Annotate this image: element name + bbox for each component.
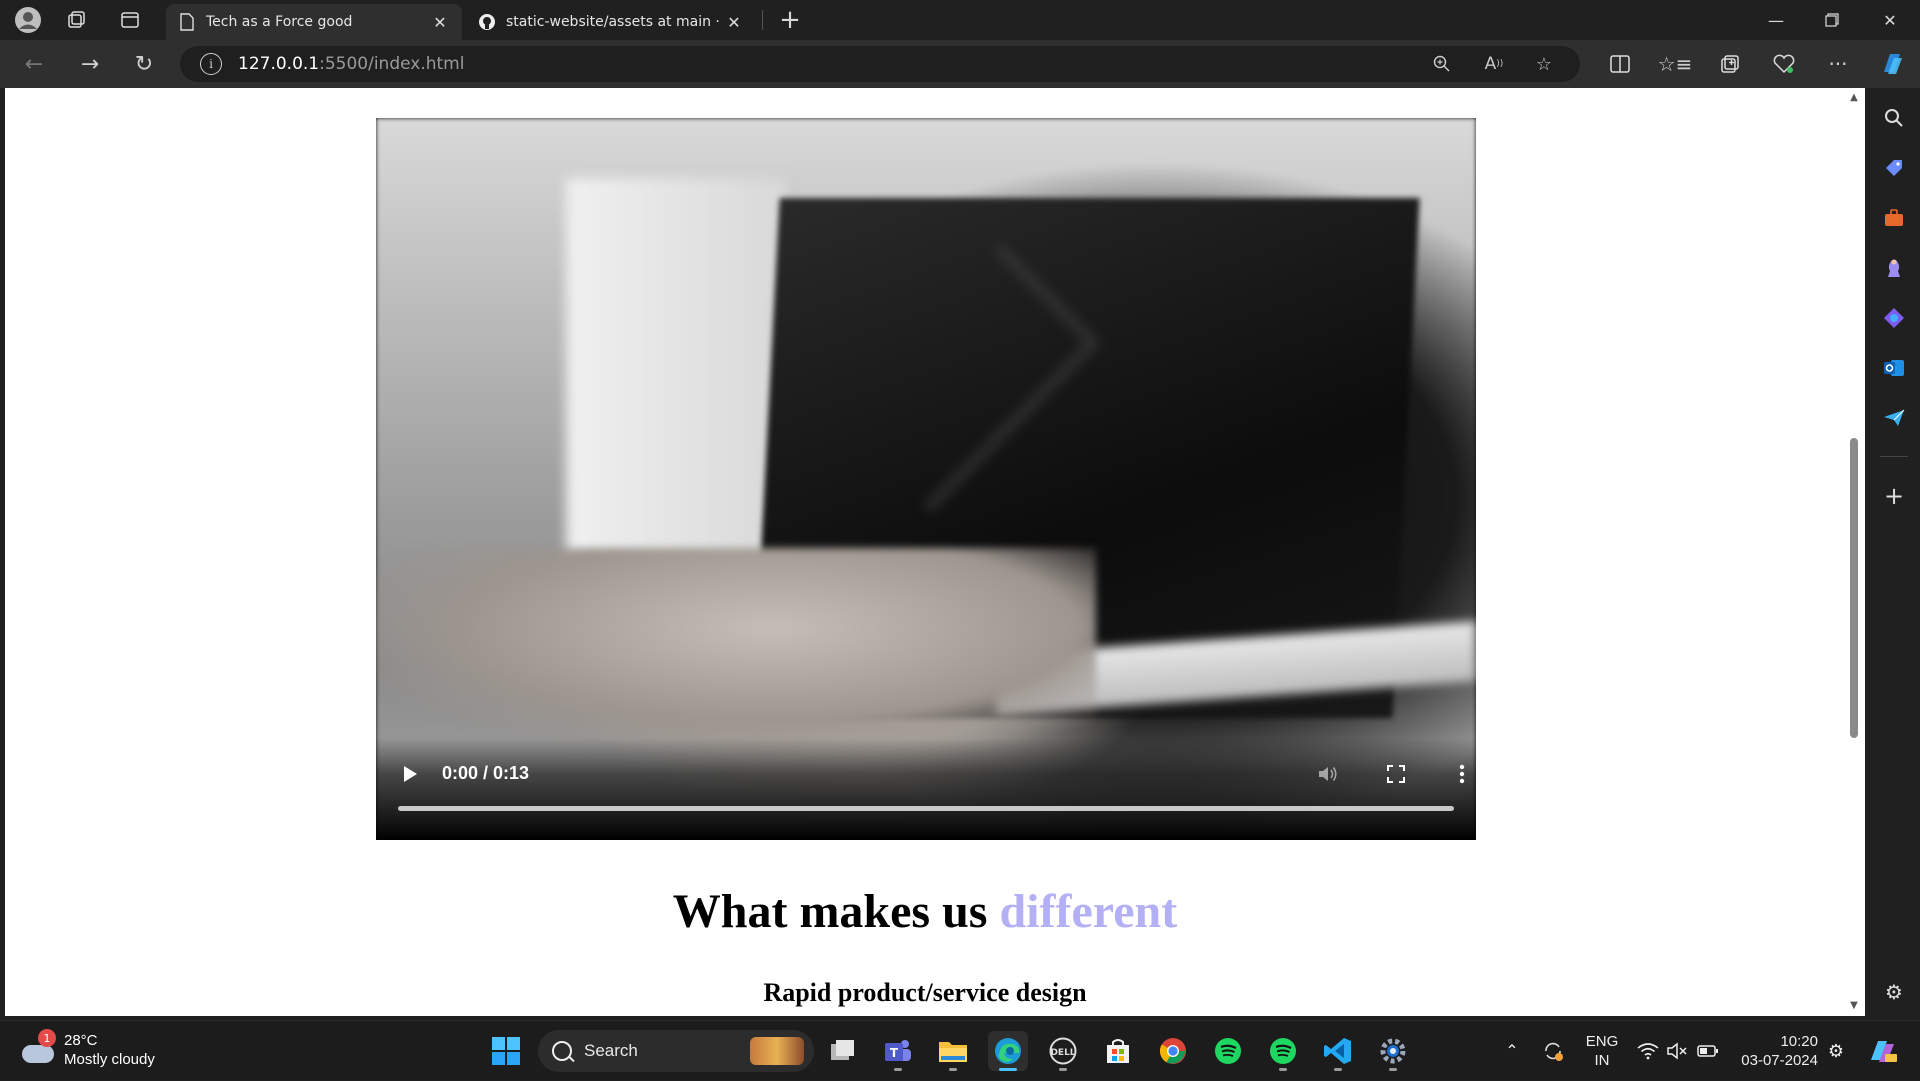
svg-text:T: T xyxy=(890,1046,899,1060)
wifi-icon[interactable] xyxy=(1634,1021,1662,1081)
tab-static-website[interactable]: static-website/assets at main · Se ✕ xyxy=(466,4,756,40)
copilot-app-icon[interactable] xyxy=(1878,302,1910,334)
teams-icon[interactable]: T xyxy=(878,1031,918,1071)
address-bar[interactable]: i 127.0.0.1:5500/index.html A)) ☆ xyxy=(180,46,1580,82)
shopping-tag-icon[interactable] xyxy=(1878,152,1910,184)
read-aloud-icon[interactable]: A)) xyxy=(1476,52,1512,76)
weather-condition: Mostly cloudy xyxy=(64,1051,155,1068)
clock-time: 10:20 xyxy=(1780,1033,1818,1050)
show-hidden-icons[interactable]: ⌃ xyxy=(1500,1021,1524,1081)
weather-widget[interactable]: 1 28°C Mostly cloudy xyxy=(20,1029,155,1069)
games-icon[interactable] xyxy=(1878,252,1910,284)
browser-essentials-icon[interactable] xyxy=(1764,46,1804,82)
task-view-icon[interactable] xyxy=(823,1031,863,1071)
file-explorer-icon[interactable] xyxy=(933,1031,973,1071)
volume-muted-icon[interactable] xyxy=(1664,1021,1692,1081)
settings-icon[interactable]: ⚙ xyxy=(1878,976,1910,1008)
vertical-tabs-icon[interactable] xyxy=(110,0,150,40)
clock[interactable]: 10:20 03-07-2024 xyxy=(1734,1021,1818,1081)
cloud-icon: 1 xyxy=(20,1029,56,1065)
scroll-down-arrow[interactable]: ▼ xyxy=(1848,1000,1860,1012)
copilot-icon[interactable] xyxy=(1872,46,1912,82)
url-text[interactable]: 127.0.0.1:5500/index.html xyxy=(238,54,464,74)
workspaces-icon[interactable] xyxy=(56,0,96,40)
dell-icon[interactable]: DELL xyxy=(1043,1031,1083,1071)
close-tab-icon[interactable]: ✕ xyxy=(430,13,450,32)
start-button[interactable] xyxy=(486,1031,526,1071)
scroll-up-arrow[interactable]: ▲ xyxy=(1848,92,1860,104)
tab-divider xyxy=(762,10,763,30)
favorites-icon[interactable]: ☆≡ xyxy=(1655,46,1695,82)
back-icon[interactable]: ← xyxy=(16,46,52,82)
profile-avatar[interactable] xyxy=(8,0,48,40)
forward-icon[interactable]: → xyxy=(72,46,108,82)
refresh-icon[interactable]: ↻ xyxy=(126,46,162,82)
zoom-icon[interactable] xyxy=(1424,52,1460,76)
windows-taskbar: 1 28°C Mostly cloudy Search T DELL ⌃ ENG… xyxy=(0,1020,1920,1080)
settings-app-icon[interactable] xyxy=(1373,1031,1413,1071)
edge-sidebar: + ⚙ xyxy=(1868,88,1920,1016)
site-info-icon[interactable]: i xyxy=(200,53,222,75)
scrollbar-thumb[interactable] xyxy=(1850,438,1858,738)
page-icon xyxy=(178,13,196,31)
close-window-icon[interactable]: ✕ xyxy=(1862,0,1918,40)
fullscreen-icon[interactable] xyxy=(1382,762,1410,786)
search-highlight-image xyxy=(750,1037,804,1065)
outlook-icon[interactable] xyxy=(1878,352,1910,384)
search-icon[interactable] xyxy=(1878,102,1910,134)
spotify-icon[interactable] xyxy=(1208,1031,1248,1071)
restore-icon[interactable] xyxy=(1804,0,1860,40)
more-options-icon[interactable]: ··· xyxy=(1818,46,1858,82)
new-tab-button[interactable]: + xyxy=(770,0,810,40)
weather-notification-badge: 1 xyxy=(38,1029,56,1047)
copilot-taskbar-icon[interactable] xyxy=(1864,1021,1900,1081)
github-icon xyxy=(478,13,496,31)
browser-toolbar: ← → ↻ i 127.0.0.1:5500/index.html A)) ☆ … xyxy=(0,40,1920,88)
add-icon[interactable]: + xyxy=(1878,480,1910,512)
feature-subheading: Rapid product/service design xyxy=(763,978,1087,1007)
send-icon[interactable] xyxy=(1878,402,1910,434)
tab-title: Tech as a Force good xyxy=(206,14,353,30)
spotify-icon-2[interactable] xyxy=(1263,1031,1303,1071)
video-more-options-icon[interactable] xyxy=(1448,762,1476,786)
language-indicator[interactable]: ENG IN xyxy=(1582,1021,1622,1081)
edge-icon[interactable] xyxy=(988,1031,1028,1071)
tab-title: static-website/assets at main · Se xyxy=(506,14,724,30)
heading-main-text: What makes us xyxy=(672,885,1000,938)
sync-icon[interactable] xyxy=(1538,1021,1568,1081)
vscode-icon[interactable] xyxy=(1318,1031,1358,1071)
video-time: 0:00 / 0:13 xyxy=(442,763,530,783)
page-viewport: 0:00 / 0:13 What makes us different Rapi… xyxy=(5,88,1865,1016)
sidebar-divider xyxy=(1880,456,1908,457)
favorite-star-icon[interactable]: ☆ xyxy=(1526,52,1562,76)
video-progress-bar[interactable] xyxy=(398,806,1454,811)
clock-date: 03-07-2024 xyxy=(1741,1052,1818,1069)
video-hand xyxy=(376,548,1096,748)
play-icon[interactable] xyxy=(398,762,422,786)
split-screen-icon[interactable] xyxy=(1600,46,1640,82)
heading-accent-text: different xyxy=(999,885,1178,938)
battery-icon[interactable] xyxy=(1694,1021,1722,1081)
close-tab-icon[interactable]: ✕ xyxy=(724,13,744,32)
taskbar-search[interactable]: Search xyxy=(538,1030,814,1072)
search-icon xyxy=(552,1041,572,1061)
notifications-icon[interactable]: ⚙ xyxy=(1824,1021,1848,1081)
collections-icon[interactable] xyxy=(1710,46,1750,82)
section-heading: What makes us different xyxy=(5,884,1845,939)
video-controls: 0:00 / 0:13 xyxy=(376,738,1476,840)
chrome-icon[interactable] xyxy=(1153,1031,1193,1071)
toolbox-icon[interactable] xyxy=(1878,202,1910,234)
mute-icon[interactable] xyxy=(1314,762,1342,786)
tab-tech-as-a-force-good[interactable]: Tech as a Force good ✕ xyxy=(166,4,462,40)
browser-tab-bar: Tech as a Force good ✕ static-website/as… xyxy=(0,0,1920,40)
weather-temperature: 28°C xyxy=(64,1032,98,1049)
search-label: Search xyxy=(584,1041,638,1060)
video-player[interactable]: 0:00 / 0:13 xyxy=(376,118,1476,840)
microsoft-store-icon[interactable] xyxy=(1098,1031,1138,1071)
minimize-icon[interactable]: — xyxy=(1748,0,1804,40)
svg-text:DELL: DELL xyxy=(1050,1048,1075,1058)
